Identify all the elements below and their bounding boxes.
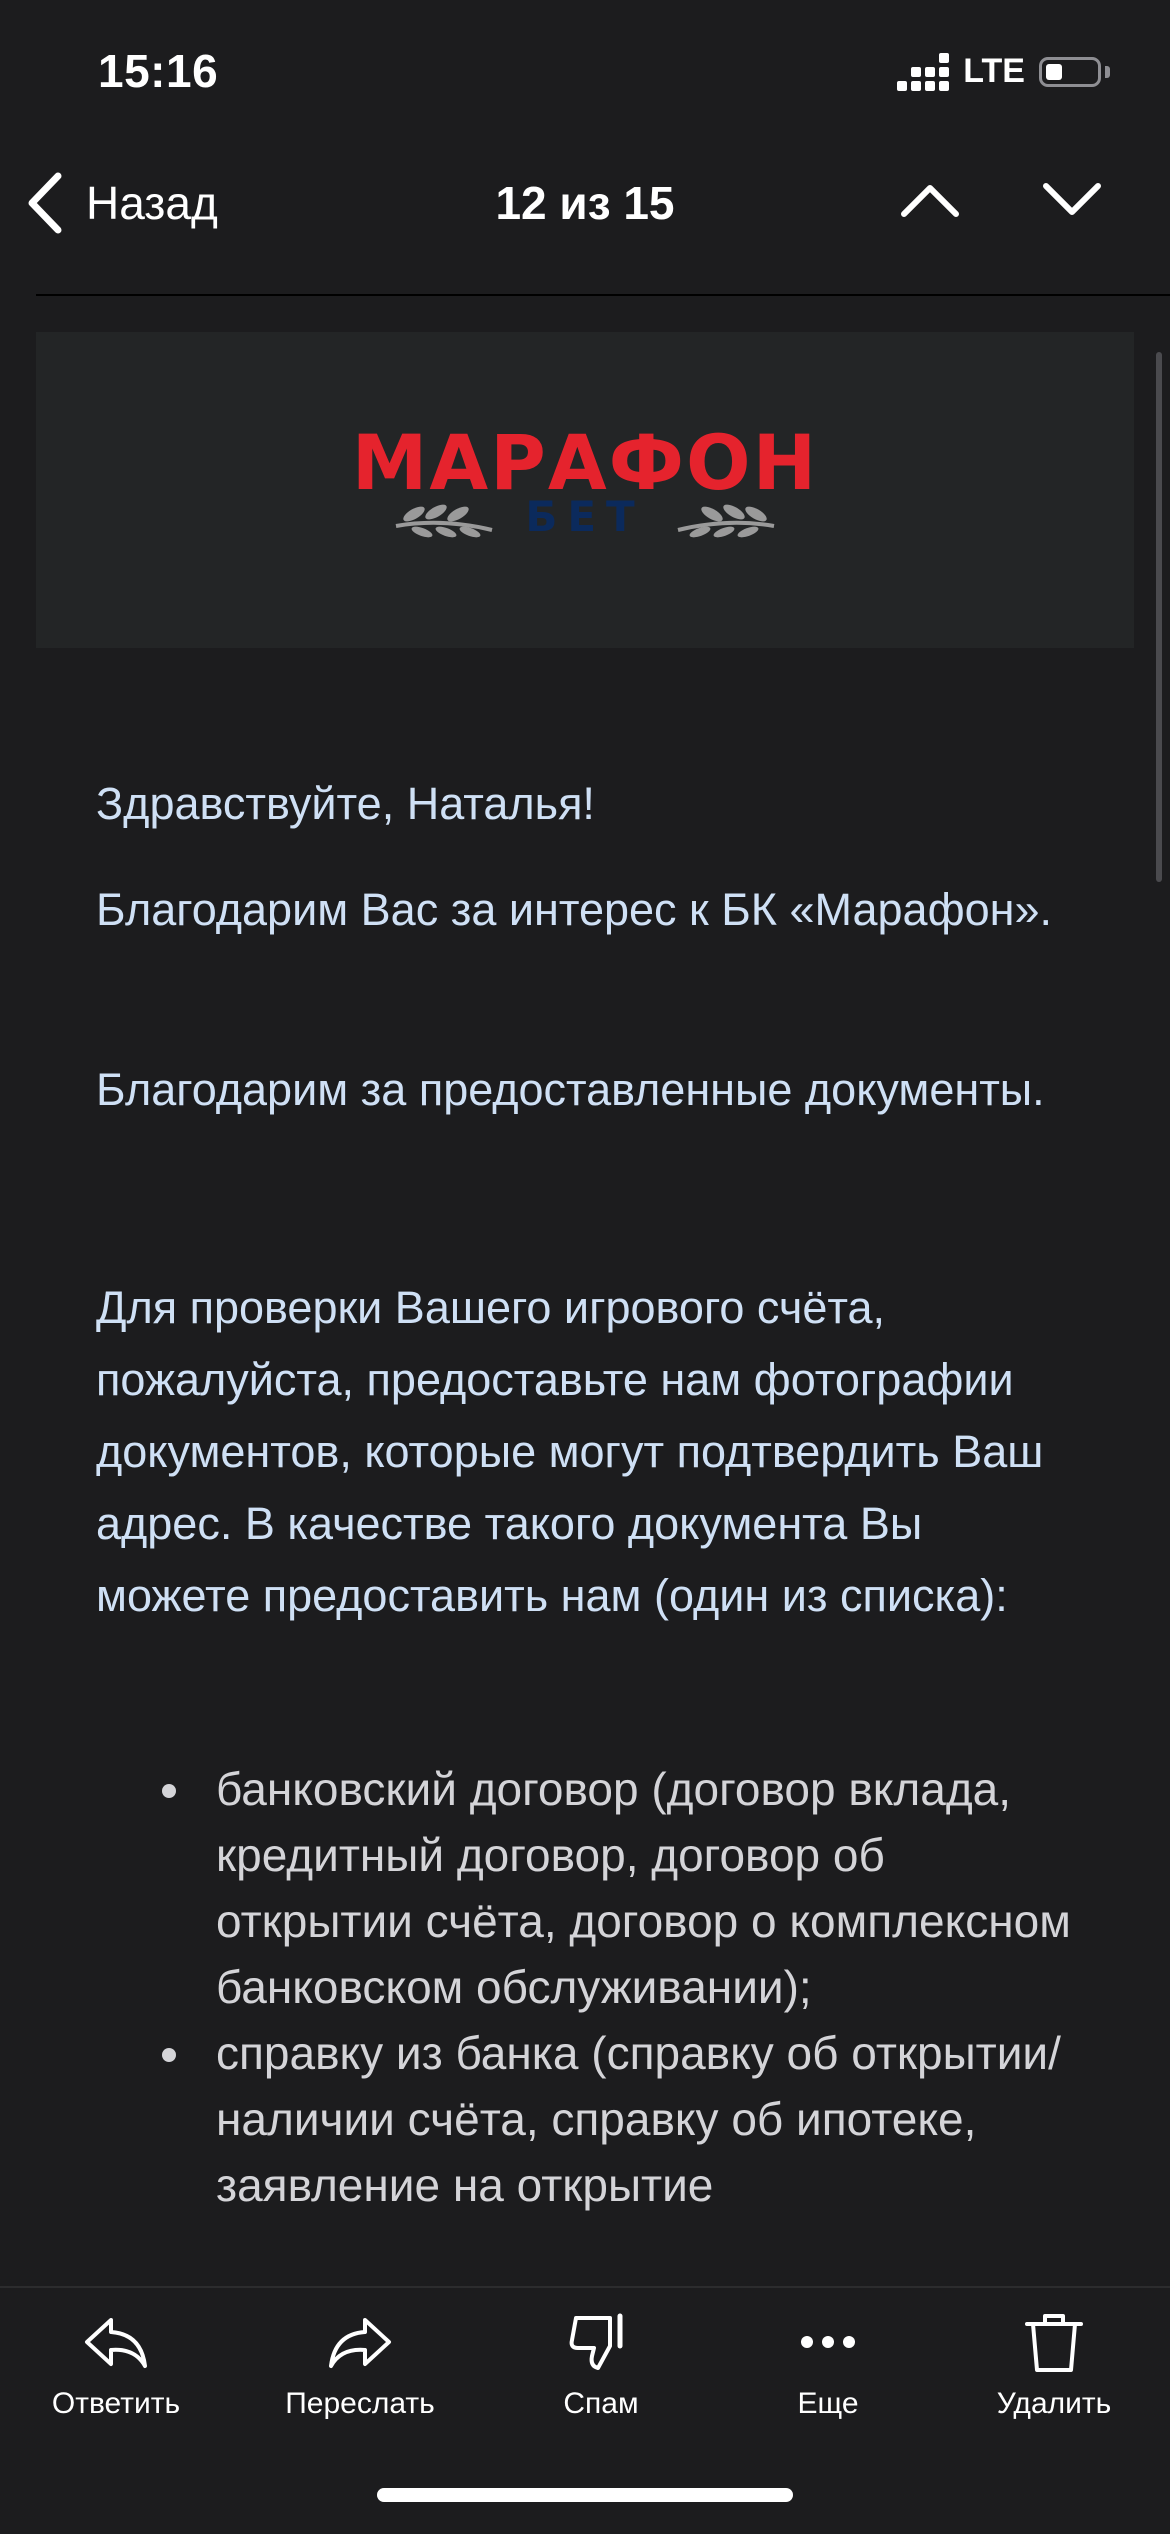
brand-logo-subtext: БЕТ: [525, 492, 645, 541]
paragraph: Благодарим за предоставленные документы.: [96, 1064, 1045, 1115]
list-item: справку из банка (справку об открытии/на…: [0, 2020, 1080, 2218]
forward-icon: [329, 2318, 391, 2368]
network-type: LTE: [963, 52, 1025, 90]
home-indicator[interactable]: [377, 2488, 793, 2502]
bullet-icon: [162, 1784, 176, 1798]
status-time: 15:16: [98, 45, 219, 97]
list-item: банковский договор (договор вклада, кред…: [0, 1756, 1080, 2020]
scrollbar[interactable]: [1156, 352, 1162, 882]
previous-message-button[interactable]: [900, 180, 960, 225]
delete-button[interactable]: Удалить: [964, 2312, 1144, 2421]
paragraph: Для проверки Вашего игрового счёта, пожа…: [96, 1282, 1044, 1621]
battery-icon: [1039, 56, 1101, 87]
reply-button[interactable]: Ответить: [26, 2312, 206, 2421]
trash-icon: [1025, 2314, 1083, 2372]
message-counter: 12 из 15: [495, 177, 675, 229]
document-list: банковский договор (договор вклада, кред…: [120, 1756, 1080, 2218]
next-message-button[interactable]: [1042, 180, 1102, 225]
nav-divider: [36, 294, 1170, 296]
more-dots-icon: [801, 2336, 855, 2348]
spam-button[interactable]: Спам: [511, 2312, 691, 2421]
laurel-right-icon: [677, 504, 775, 538]
bullet-icon: [162, 2048, 176, 2062]
laurel-left-icon: [395, 504, 493, 538]
thumbs-down-icon: [569, 2313, 623, 2370]
status-indicators: LTE: [897, 52, 1110, 91]
chevron-down-icon: [1043, 183, 1101, 215]
paragraph: Благодарим Вас за интерес к БК «Марафон»…: [96, 884, 1053, 935]
reply-icon: [85, 2318, 147, 2368]
signal-bars-icon: [897, 52, 950, 91]
forward-button[interactable]: Переслать: [270, 2312, 450, 2421]
more-button[interactable]: Еще: [738, 2312, 918, 2421]
chevron-up-icon: [901, 185, 959, 217]
greeting: Здравствуйте, Наталья!: [96, 778, 595, 829]
